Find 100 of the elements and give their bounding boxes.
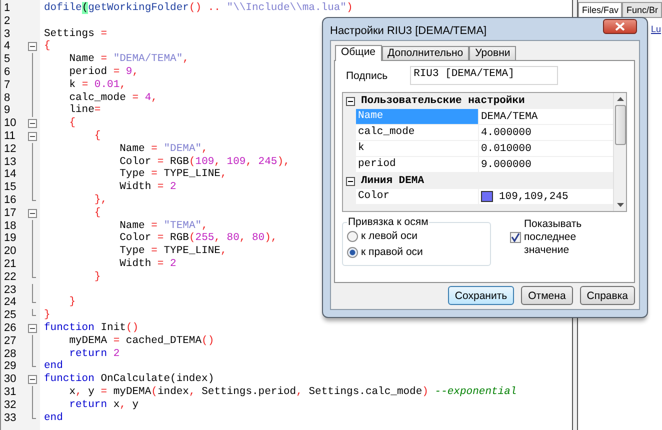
property-grid[interactable]: Пользовательские настройки Name DEMA/TEMA calc_mode 4.000000 k 0.010000 period 9.000000 Линия DEMA Color 109,109,245 bbox=[342, 92, 627, 212]
line-number: 10 bbox=[3, 117, 18, 130]
code-line: Name = "TEMA", bbox=[118, 220, 208, 232]
line-number: 13 bbox=[3, 156, 18, 168]
code-line: Name = "DEMA", bbox=[118, 142, 208, 156]
code-line: calc_mode = 4, bbox=[68, 92, 158, 104]
line-number: 7 bbox=[3, 78, 12, 92]
code-line: } bbox=[43, 309, 50, 322]
code-line: Name = "DEMA/TEMA", bbox=[68, 53, 189, 66]
line-number: 6 bbox=[3, 66, 12, 79]
panel-tab[interactable]: Func/Br bbox=[622, 2, 662, 17]
checkbox-label[interactable]: Показывать последнее значение bbox=[524, 218, 596, 257]
property-value: 4.000000 bbox=[481, 126, 532, 138]
scroll-thumb[interactable] bbox=[614, 105, 626, 145]
line-number: 29 bbox=[3, 360, 18, 374]
code-line: return 2 bbox=[68, 348, 120, 360]
line-number: 9 bbox=[3, 104, 12, 118]
code-line: function Init() bbox=[43, 322, 139, 335]
collapse-icon[interactable] bbox=[346, 96, 355, 106]
tab[interactable]: Уровни bbox=[469, 46, 516, 60]
code-line: }, bbox=[93, 194, 108, 207]
code-line: { bbox=[93, 130, 101, 143]
property-value: 109,109,245 bbox=[499, 190, 568, 202]
fold-toggle-icon[interactable] bbox=[28, 208, 37, 218]
code-line: end bbox=[43, 360, 63, 373]
window-title: Настройки RIU3 [DEMA/TEMA] bbox=[330, 25, 487, 37]
line-number: 12 bbox=[3, 142, 18, 156]
group-title: Привязка к осям bbox=[347, 216, 430, 228]
line-number: 33 bbox=[3, 412, 18, 424]
code-line: { bbox=[93, 206, 101, 220]
line-number: 28 bbox=[3, 348, 18, 360]
code-line: period = 9, bbox=[68, 66, 139, 79]
category-title: Линия DEMA bbox=[361, 175, 424, 187]
scrollbar[interactable] bbox=[613, 93, 626, 211]
property-value: DEMA/TEMA bbox=[481, 110, 538, 122]
code-line: myDEMA = cached_DTEMA() bbox=[68, 334, 214, 348]
tab[interactable]: Дополнительно bbox=[382, 46, 470, 60]
code-line: k = 0.01, bbox=[68, 78, 126, 92]
category-title: Пользовательские настройки bbox=[361, 95, 525, 107]
close-button[interactable] bbox=[603, 19, 637, 34]
close-icon bbox=[615, 22, 625, 31]
line-number: 3 bbox=[3, 28, 12, 40]
property-name[interactable]: k bbox=[356, 141, 479, 156]
code-line: x, y = myDEMA(index, Settings.period, Settings.calc_mode) --exponential bbox=[68, 386, 517, 399]
line-number: 4 bbox=[3, 40, 12, 54]
dialog-button[interactable]: Справка bbox=[580, 286, 635, 305]
property-value: 0.010000 bbox=[481, 142, 532, 154]
radio-label[interactable]: к правой оси bbox=[361, 246, 423, 258]
code-line: function OnCalculate(index) bbox=[43, 373, 214, 386]
caption-field[interactable]: RIU3 [DEMA/TEMA] bbox=[410, 66, 558, 85]
line-number: 21 bbox=[3, 258, 18, 271]
code-line: Type = TYPE_LINE, bbox=[118, 168, 227, 181]
line-number: 23 bbox=[3, 284, 18, 296]
code-line: line= bbox=[68, 104, 101, 117]
line-number: 17 bbox=[3, 206, 18, 220]
code-line: end bbox=[43, 412, 63, 424]
property-name[interactable]: calc_mode bbox=[356, 125, 479, 140]
line-number: 14 bbox=[3, 168, 18, 182]
line-number: 31 bbox=[3, 386, 18, 399]
code-line: Color = RGB(109, 109, 245), bbox=[118, 156, 290, 168]
property-value: 9.000000 bbox=[481, 158, 532, 170]
line-number: 5 bbox=[3, 53, 12, 66]
property-name[interactable]: period bbox=[356, 157, 479, 172]
tab[interactable]: Общие bbox=[335, 45, 382, 61]
line-number: 19 bbox=[3, 232, 18, 246]
line-number: 2 bbox=[3, 14, 12, 28]
line-number: 18 bbox=[3, 220, 18, 232]
radio-label[interactable]: к левой оси bbox=[361, 230, 418, 242]
property-name[interactable]: Color bbox=[356, 189, 479, 204]
line-number: 1 bbox=[3, 2, 12, 15]
fold-toggle-icon[interactable] bbox=[28, 375, 37, 384]
code-line: } bbox=[93, 270, 101, 284]
dialog-button[interactable]: Сохранить bbox=[448, 286, 514, 305]
dialog-button[interactable]: Отмена bbox=[521, 286, 573, 305]
file-link[interactable]: Lu bbox=[650, 24, 661, 34]
line-number: 30 bbox=[3, 373, 18, 386]
line-number: 20 bbox=[3, 245, 18, 258]
fold-toggle-icon[interactable] bbox=[28, 42, 37, 52]
line-number: 16 bbox=[3, 194, 18, 207]
line-number: 32 bbox=[3, 398, 18, 412]
fold-toggle-icon[interactable] bbox=[28, 324, 37, 333]
code-line: Color = RGB(255, 80, 80), bbox=[118, 232, 278, 246]
code-line: } bbox=[68, 296, 76, 310]
code-line: { bbox=[43, 40, 50, 54]
code-line: { bbox=[68, 117, 76, 130]
collapse-icon[interactable] bbox=[346, 176, 355, 186]
radio-button[interactable] bbox=[347, 246, 358, 258]
code-line: Type = TYPE_LINE, bbox=[118, 245, 227, 258]
checkbox[interactable] bbox=[510, 232, 521, 243]
line-number: 26 bbox=[3, 322, 18, 335]
panel-tab[interactable]: Files/Fav bbox=[578, 2, 622, 17]
fold-line bbox=[32, 309, 36, 316]
code-line: return x, y bbox=[68, 398, 139, 412]
line-number: 22 bbox=[3, 270, 18, 284]
line-number: 27 bbox=[3, 334, 18, 348]
line-number: 24 bbox=[3, 296, 18, 310]
radio-button[interactable] bbox=[347, 230, 358, 242]
line-number: 11 bbox=[3, 130, 16, 143]
line-number: 8 bbox=[3, 92, 12, 104]
caption-label: Подпись bbox=[346, 70, 388, 82]
